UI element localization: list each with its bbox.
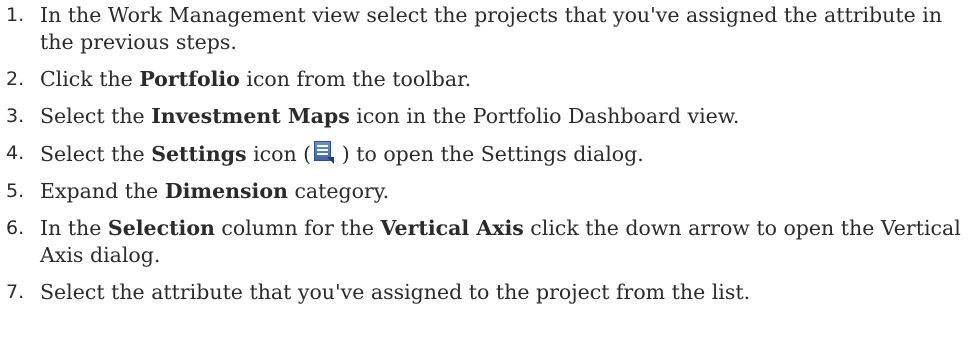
step-6: 6. In the Selection column for the Vertic… <box>6 215 961 269</box>
step-number: 1. <box>6 4 25 26</box>
ui-term: Dimension <box>164 179 288 203</box>
step-text-segment: In the <box>40 216 108 240</box>
step-text-segment: Expand the <box>40 179 165 203</box>
step-text: In the Work Management view select the p… <box>40 3 942 54</box>
step-text-segment: column for the <box>214 216 381 240</box>
step-text-segment: Select the attribute that you've assigne… <box>40 280 751 304</box>
step-5: 5. Expand the Dimension category. <box>6 178 961 205</box>
step-number: 2. <box>6 68 25 90</box>
step-4: 4. Select the Settings icon ( ) to open t… <box>6 140 961 168</box>
step-number: 3. <box>6 105 25 127</box>
step-text: Expand the Dimension category. <box>40 179 389 203</box>
ui-term: Vertical Axis <box>380 216 524 240</box>
step-text-segment: Select the <box>40 104 152 128</box>
step-text-segment: Select the <box>40 142 152 166</box>
step-text: Select the Investment Maps icon in the P… <box>40 104 739 128</box>
step-text: Click the Portfolio icon from the toolba… <box>40 67 471 91</box>
ui-term: Portfolio <box>139 67 240 91</box>
step-number: 7. <box>6 281 25 303</box>
step-1: 1. In the Work Management view select the… <box>6 2 961 56</box>
step-text-segment: category. <box>287 179 390 203</box>
step-3: 3. Select the Investment Maps icon in the… <box>6 103 961 130</box>
ui-term: Selection <box>107 216 215 240</box>
step-text-segment: Click the <box>40 67 140 91</box>
ui-term: Investment Maps <box>151 104 350 128</box>
step-text-segment: In the Work Management view select the p… <box>40 3 943 54</box>
step-2: 2. Click the Portfolio icon from the tool… <box>6 66 961 93</box>
step-text-segment: ) to open the Settings dialog. <box>335 142 644 166</box>
instruction-steps: 1. In the Work Management view select the… <box>6 2 961 316</box>
step-number: 5. <box>6 180 25 202</box>
settings-icon <box>312 140 335 164</box>
step-7: 7. Select the attribute that you've assig… <box>6 279 961 306</box>
step-text-segment: icon ( <box>246 142 312 166</box>
step-text-segment: icon in the Portfolio Dashboard view. <box>349 104 740 128</box>
step-number: 6. <box>6 217 25 239</box>
step-text: Select the Settings icon ( ) to open the… <box>40 140 644 166</box>
step-number: 4. <box>6 142 25 164</box>
step-text: Select the attribute that you've assigne… <box>40 280 750 304</box>
step-text: In the Selection column for the Vertical… <box>40 216 961 267</box>
step-text-segment: icon from the toolbar. <box>239 67 472 91</box>
ui-term: Settings <box>151 142 247 166</box>
